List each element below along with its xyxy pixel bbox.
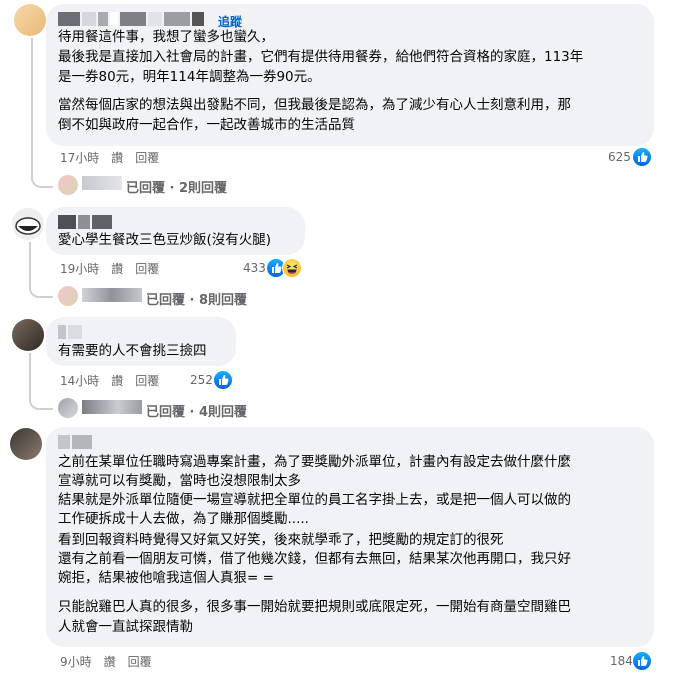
- like-button[interactable]: 讚: [111, 372, 123, 389]
- reaction-count[interactable]: 184: [610, 654, 633, 668]
- comment-line: 有需要的人不會挑三撿四: [58, 343, 207, 359]
- like-reaction-icon[interactable]: [213, 370, 233, 390]
- comment-line: 還有之前看一個朋友可憐，借了他幾次錢，但都有去無回，結果某次他再開口，我只好: [58, 551, 571, 567]
- like-button[interactable]: 讚: [111, 260, 123, 277]
- thread-connector: [29, 242, 53, 298]
- thread-connector: [31, 38, 53, 188]
- timestamp[interactable]: 14小時: [60, 372, 99, 389]
- timestamp[interactable]: 17小時: [60, 149, 99, 166]
- view-replies-link[interactable]: 已回覆 · 8則回覆: [146, 289, 247, 308]
- comment-line: 結果就是外派單位隨便一場宣導就把全單位的員工名字掛上去，或是把一個人可以做的: [58, 492, 571, 508]
- comment-line: 人就會一直試探跟情勒: [58, 619, 193, 635]
- replier-name-pixelated: [82, 176, 122, 190]
- replier-avatar[interactable]: [58, 175, 78, 195]
- comment-line: 倒不如與政府一起合作，一起改善城市的生活品質: [58, 117, 355, 133]
- comment-line: 只能說雞巴人真的很多，很多事一開始就要把規則或底限定死，一開始有商量空間雞巴: [58, 599, 571, 615]
- comment-meta: 14小時 讚 回覆: [60, 372, 159, 388]
- comment-line: 是一券80元，明年114年調整為一券90元。: [58, 69, 321, 85]
- like-reaction-icon[interactable]: [632, 147, 652, 167]
- like-reaction-icon[interactable]: [632, 651, 652, 671]
- comment-line: 愛心學生餐改三色豆炒飯(沒有火腿): [58, 232, 272, 248]
- replier-avatar[interactable]: [58, 286, 78, 306]
- reply-button[interactable]: 回覆: [128, 653, 152, 670]
- avatar[interactable]: [12, 208, 44, 240]
- comment-meta: 17小時 讚 回覆: [60, 149, 159, 165]
- comment-bubble: 之前在某單位任職時寫過專案計畫，為了要獎勵外派單位，計畫內有設定去做什麼什麼 宣…: [46, 427, 654, 647]
- replier-avatar[interactable]: [58, 398, 78, 418]
- reaction-count[interactable]: 433: [243, 261, 266, 275]
- comment-line: 看到回報資料時覺得又好氣又好笑，後來就學乖了，把獎勵的規定訂的很死: [58, 532, 504, 548]
- comment-bubble: 有需要的人不會挑三撿四: [46, 317, 236, 366]
- like-button[interactable]: 讚: [104, 653, 116, 670]
- replier-name-pixelated: [82, 288, 142, 302]
- author-name-pixelated[interactable]: [58, 215, 112, 229]
- comment-line: 待用餐這件事，我想了蠻多也蠻久，: [58, 29, 274, 45]
- reply-button[interactable]: 回覆: [135, 372, 159, 389]
- timestamp[interactable]: 9小時: [60, 653, 92, 670]
- comment-line: 之前在某單位任職時寫過專案計畫，為了要獎勵外派單位，計畫內有設定去做什麼什麼: [58, 454, 571, 470]
- view-replies-link[interactable]: 已回覆 · 2則回覆: [126, 177, 227, 196]
- comment-line: 宣導就可以有獎勵，當時也沒想限制太多: [58, 473, 301, 489]
- comment-bubble: 追蹤 待用餐這件事，我想了蠻多也蠻久， 最後我是直接加入社會局的計畫，它們有提供…: [46, 4, 654, 146]
- thread-connector: [29, 353, 53, 410]
- comment-line: 婉拒，結果被他嗆我這個人真狠= =: [58, 570, 274, 586]
- reaction-count[interactable]: 625: [608, 150, 631, 164]
- author-name-pixelated[interactable]: [58, 435, 92, 449]
- reaction-count[interactable]: 252: [190, 373, 213, 387]
- view-replies-link[interactable]: 已回覆 · 4則回覆: [146, 401, 247, 420]
- comment-meta: 19小時 讚 回覆: [60, 260, 159, 276]
- comment-line: 當然每個店家的想法與出發點不同，但我最後是認為，為了減少有心人士刻意利用，那: [58, 97, 571, 113]
- timestamp[interactable]: 19小時: [60, 260, 99, 277]
- replier-name-pixelated: [82, 400, 142, 414]
- avatar[interactable]: [14, 4, 46, 36]
- comment-meta: 9小時 讚 回覆: [60, 653, 152, 669]
- comment-bubble: 愛心學生餐改三色豆炒飯(沒有火腿): [46, 207, 305, 255]
- like-button[interactable]: 讚: [111, 149, 123, 166]
- author-name-pixelated[interactable]: [58, 12, 204, 26]
- haha-reaction-icon[interactable]: [282, 258, 302, 278]
- reply-button[interactable]: 回覆: [135, 149, 159, 166]
- avatar[interactable]: [12, 319, 44, 351]
- reply-button[interactable]: 回覆: [135, 260, 159, 277]
- comment-line: 工作硬拆成十人去做，為了賺那個獎勵.....: [58, 511, 309, 527]
- comment-line: 最後我是直接加入社會局的計畫，它們有提供待用餐券，給他們符合資格的家庭，113年: [58, 49, 584, 65]
- avatar[interactable]: [10, 428, 42, 460]
- author-name-pixelated[interactable]: [58, 325, 82, 339]
